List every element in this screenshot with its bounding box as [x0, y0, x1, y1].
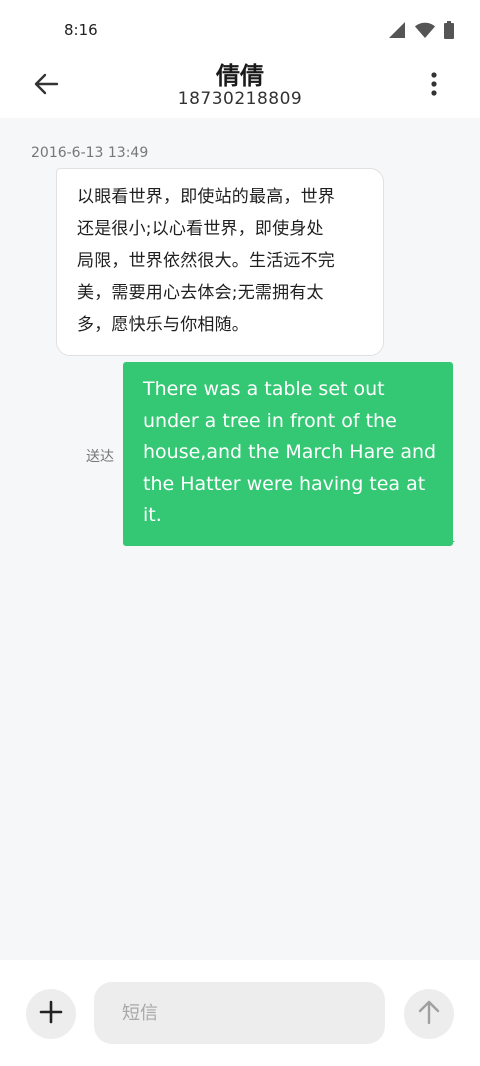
- send-button[interactable]: [404, 989, 454, 1039]
- outgoing-message-bubble[interactable]: There was a table set out under a tree i…: [123, 362, 453, 546]
- message-line: 还是很小;以心看世界，即使身处: [77, 219, 324, 239]
- conversation-header: 倩倩 18730218809: [0, 58, 480, 118]
- delivery-status: 送达: [86, 449, 114, 465]
- status-bar: 8:16: [0, 0, 480, 58]
- contact-name: 倩倩: [216, 62, 264, 90]
- message-line: There was a table set out: [143, 378, 385, 400]
- more-options-button[interactable]: [414, 66, 454, 106]
- plus-icon: [39, 1000, 63, 1028]
- message-line: under a tree in front of the: [143, 409, 397, 432]
- contact-phone-number: 18730218809: [177, 89, 303, 109]
- incoming-message-bubble[interactable]: 以眼看世界，即使站的最高，世界 还是很小;以心看世界，即使身处 局限，世界依然很…: [56, 168, 384, 356]
- bubble-tail: [447, 536, 455, 542]
- arrow-up-icon: [418, 999, 440, 1029]
- message-composer: [0, 960, 480, 1066]
- wifi-icon: [414, 21, 436, 43]
- message-line: 以眼看世界，即使站的最高，世界: [77, 187, 335, 207]
- status-icons: [388, 21, 454, 43]
- add-attachment-button[interactable]: [26, 989, 76, 1039]
- message-line: house,and the March Hare and: [143, 441, 437, 463]
- message-list[interactable]: 2016-6-13 13:49 以眼看世界，即使站的最高，世界 还是很小;以心看…: [0, 118, 480, 960]
- message-line: 局限，世界依然很大。生活远不完: [77, 251, 335, 271]
- more-vertical-icon: [431, 72, 437, 100]
- message-timestamp: 2016-6-13 13:49: [31, 145, 149, 161]
- message-line: the Hatter were having tea at: [143, 472, 426, 495]
- message-line: 美，需要用心去体会;无需拥有太: [77, 283, 324, 303]
- message-input[interactable]: [94, 982, 385, 1044]
- signal-icon: [388, 21, 406, 43]
- message-line: it.: [143, 504, 162, 526]
- battery-icon: [444, 21, 454, 43]
- message-line: 多，愿快乐与你相随。: [77, 315, 249, 335]
- status-time: 8:16: [64, 21, 98, 39]
